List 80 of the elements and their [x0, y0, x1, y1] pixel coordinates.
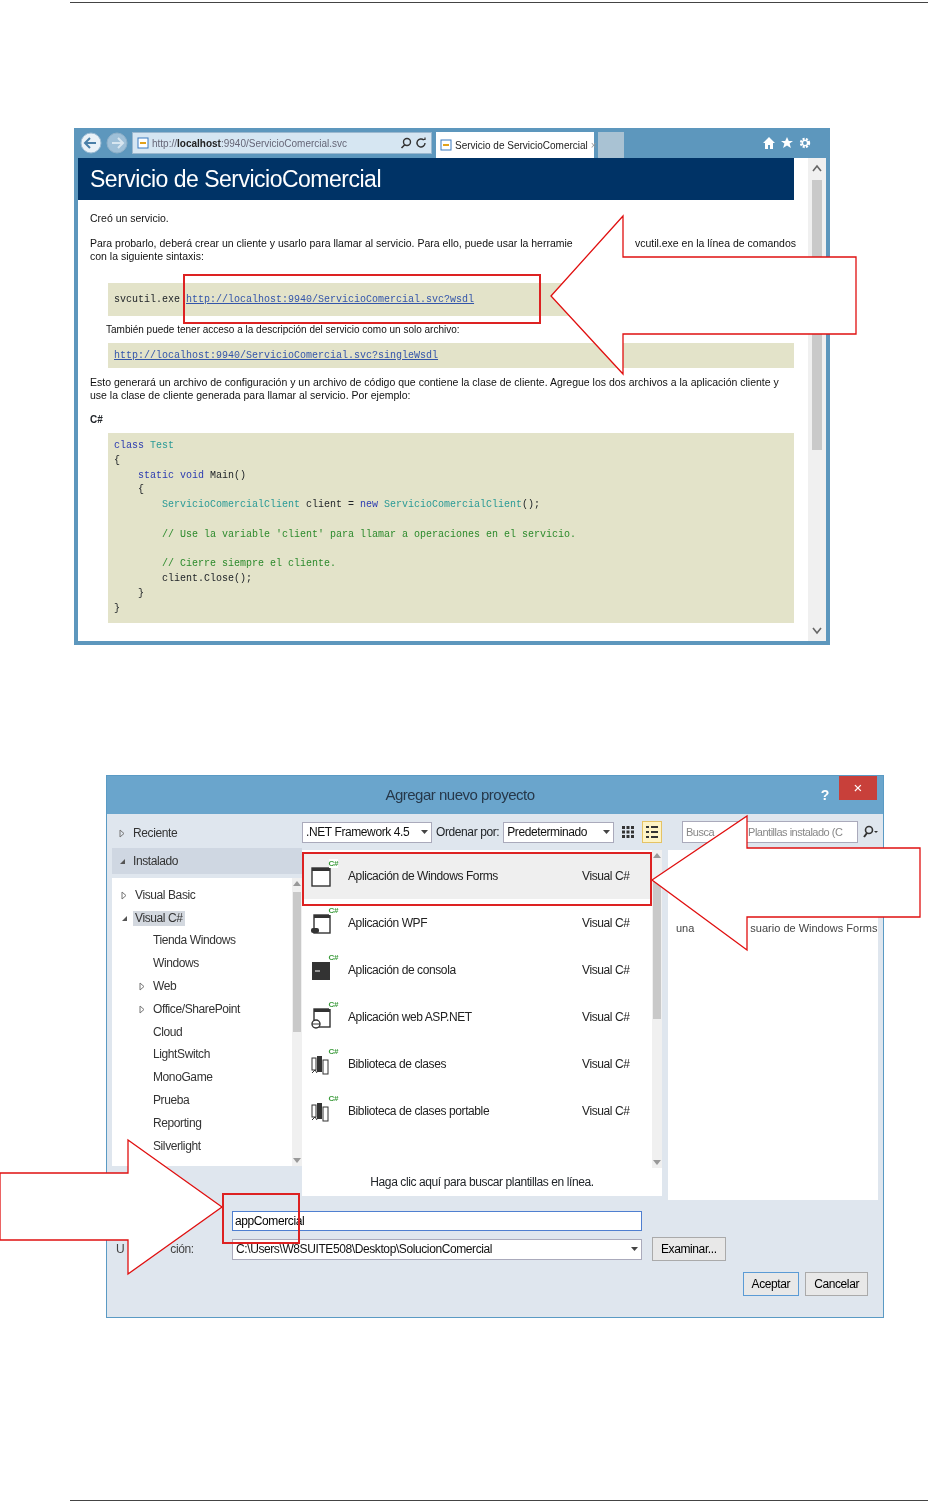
paragraph: Esto generará un archivo de configuración y un archivo de código que contiene la clase de cliente. Agregue los dos archivos a la aplicación cliente y use la clase de cliente generada para llamar al servicio. Por ejemplo: [90, 376, 780, 402]
dropdown-icon [421, 830, 428, 834]
language-tag: C# [328, 1093, 338, 1103]
page-heading: Servicio de ServicioComercial [78, 158, 794, 200]
tree-item[interactable]: Web [151, 979, 179, 995]
scroll-down-icon[interactable] [653, 1160, 661, 1166]
scroll-up-icon[interactable] [293, 880, 301, 886]
scrollbar[interactable] [652, 850, 662, 1168]
language-tag: C# [328, 999, 338, 1009]
language-tag: C# [328, 858, 338, 868]
list-view-button[interactable] [642, 821, 662, 843]
description-text: suario de Windows Forms [750, 922, 878, 934]
url-link[interactable]: http://localhost:9940/ServicioComercial.svc?singleWsdl [114, 350, 439, 361]
scroll-down-icon[interactable] [812, 627, 822, 635]
url-link[interactable]: http://localhost:9940/ServicioComercial.svc?wsdl [186, 294, 475, 305]
tree-item[interactable]: Prueba [151, 1093, 192, 1109]
dialog-title: Agregar nuevo proyecto [384, 784, 536, 805]
location-dropdown[interactable]: C:\Users\W8SUITE508\Desktop\SolucionComercial [232, 1238, 642, 1260]
page-icon [137, 137, 149, 149]
language-tag: C# [328, 905, 338, 915]
tree-item[interactable]: MonoGame [151, 1070, 215, 1086]
tree-item[interactable]: Silverlight [151, 1138, 203, 1154]
paragraph-text: vcutil.exe en la línea de comandos [634, 237, 796, 250]
browser-tab[interactable]: Servicio de ServicioComercial × [436, 132, 594, 158]
code-language-label: C# [90, 413, 104, 427]
tree-item[interactable]: Tienda Windows [151, 933, 238, 949]
tree-item[interactable]: Office/SharePoint [151, 1001, 243, 1017]
template-item[interactable]: C# Biblioteca de clases Visual C# [302, 1040, 652, 1087]
paragraph: Creó un servicio. [90, 212, 170, 225]
template-item[interactable]: C# Aplicación de consola Visual C# [302, 946, 652, 993]
browse-button[interactable]: Examinar... [652, 1237, 726, 1261]
description-text: una [676, 922, 695, 934]
template-item[interactable]: C# Biblioteca de clases portable Visual C# [302, 1087, 652, 1134]
template-item[interactable]: C# Aplicación de Windows Forms Visual C# [302, 852, 652, 899]
field-label: ción: [170, 1242, 194, 1256]
nav-item[interactable]: Reciente [112, 820, 302, 846]
paragraph: También puede tener acceso a la descripción del servicio como un solo archivo: [106, 323, 461, 337]
expand-icon[interactable] [118, 828, 127, 838]
tree-item[interactable]: Visual C# [133, 910, 185, 926]
scroll-up-icon[interactable] [812, 164, 822, 172]
address-field[interactable]: http://localhost:9940/ServicioComercial.svc [132, 132, 432, 154]
search-icon[interactable] [860, 825, 878, 839]
refresh-icon[interactable] [415, 137, 427, 149]
tree-item[interactable]: Reporting [151, 1115, 204, 1131]
close-button[interactable]: × [839, 776, 877, 800]
expand-icon[interactable] [119, 890, 129, 900]
language-tag: C# [328, 1046, 338, 1056]
search-icon[interactable] [400, 137, 412, 149]
tree-item[interactable]: Visual Basic [133, 887, 198, 903]
code-block: class Test { static void Main() { ServicioComercialClient client = new ServicioComercialClient(); // Use la variable 'client' para llamar a operaciones en el servicio. // Cierre siempre el cliente. client.Close(); } } [108, 433, 794, 623]
scroll-up-icon[interactable] [653, 852, 661, 858]
paragraph-text: Para probarlo, deberá crear un cliente y usarlo para llamar al servicio. Para ello, puede usar la herramie [90, 237, 573, 250]
framework-dropdown[interactable]: .NET Framework 4.5 [302, 821, 432, 843]
settings-icon[interactable] [798, 136, 812, 150]
accept-button[interactable]: Aceptar [742, 1272, 800, 1296]
expand-icon[interactable] [137, 1004, 147, 1014]
scrollbar[interactable] [292, 878, 302, 1166]
home-icon[interactable] [762, 136, 776, 150]
grid-view-icon[interactable] [622, 826, 634, 838]
forward-icon[interactable] [106, 132, 128, 154]
template-item[interactable]: C# Aplicación WPF Visual C# [302, 899, 652, 946]
sort-label: Ordenar por: [436, 824, 500, 841]
paragraph-text: con la siguiente sintaxis: [90, 250, 205, 263]
nav-item[interactable]: Instalado [112, 848, 302, 874]
tree-item[interactable]: Windows [151, 956, 201, 972]
page-icon [440, 139, 452, 151]
template-item[interactable]: C# Aplicación web ASP.NET Visual C# [302, 993, 652, 1040]
language-tag: C# [328, 952, 338, 962]
sort-dropdown[interactable]: Predeterminado [503, 821, 614, 843]
star-icon[interactable] [780, 136, 794, 150]
scroll-down-icon[interactable] [293, 1158, 301, 1164]
field-label: U [116, 1242, 125, 1256]
list-view-icon[interactable] [646, 826, 658, 838]
dropdown-icon [631, 1247, 638, 1251]
tree-item[interactable]: Cloud [151, 1024, 185, 1040]
back-icon[interactable] [80, 132, 102, 154]
cancel-button[interactable]: Cancelar [805, 1272, 868, 1296]
dropdown-icon [603, 830, 610, 834]
expand-icon[interactable] [137, 982, 147, 992]
tree-item[interactable]: LightSwitch [151, 1047, 212, 1063]
